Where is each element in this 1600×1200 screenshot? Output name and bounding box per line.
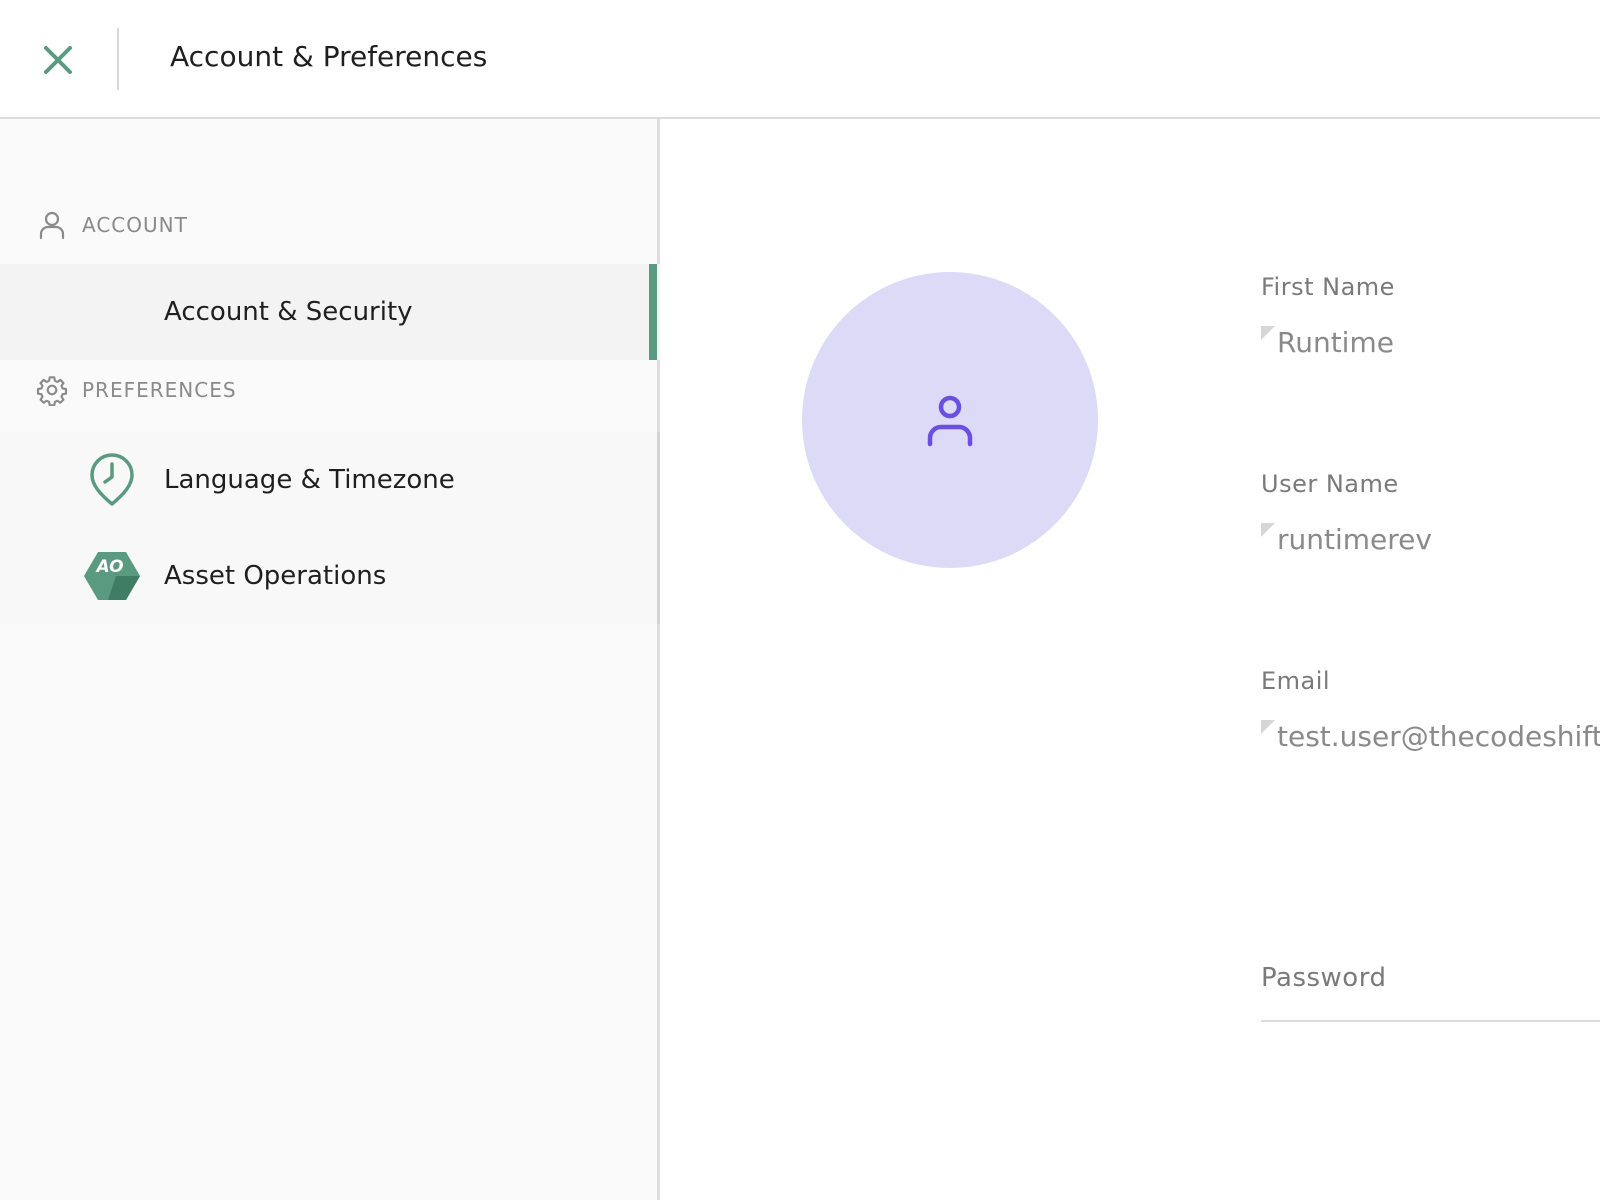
sidebar-item-language-timezone[interactable]: Language & Timezone xyxy=(0,432,660,528)
sidebar: ACCOUNT Account & Security PREFERENCES xyxy=(0,119,660,1200)
user-icon xyxy=(39,211,65,240)
sidebar-item-label: Language & Timezone xyxy=(164,465,455,495)
user-name-label: User Name xyxy=(1261,470,1399,498)
email-label: Email xyxy=(1261,667,1331,695)
field-corner-marker xyxy=(1261,720,1275,734)
preferences-list: Language & Timezone AO Asset Operations xyxy=(0,432,660,624)
sidebar-item-label: Asset Operations xyxy=(164,561,387,591)
first-name-value: Runtime xyxy=(1277,326,1394,359)
account-section-label: ACCOUNT xyxy=(82,213,188,237)
nav-icon-wrapper: AO xyxy=(84,548,140,604)
email-value: test.user@thecodeshift. xyxy=(1277,720,1600,753)
email-field[interactable]: test.user@thecodeshift. xyxy=(1261,720,1600,753)
field-corner-marker xyxy=(1261,523,1275,537)
password-field-underline[interactable] xyxy=(1261,1020,1600,1022)
password-label[interactable]: Password xyxy=(1261,963,1386,993)
close-icon[interactable] xyxy=(40,42,76,78)
sidebar-item-label: Account & Security xyxy=(164,297,413,327)
preferences-section-header: PREFERENCES xyxy=(36,374,237,406)
user-name-value: runtimerev xyxy=(1277,523,1432,556)
account-security-panel: First Name Runtime User Name runtimerev … xyxy=(663,119,1600,1200)
active-indicator xyxy=(649,264,657,360)
field-corner-marker xyxy=(1261,326,1275,340)
avatar[interactable] xyxy=(802,272,1098,568)
user-avatar-icon xyxy=(927,395,973,447)
account-section-header: ACCOUNT xyxy=(36,209,188,241)
asset-operations-logo-text: AO xyxy=(94,557,123,577)
sidebar-item-account-security[interactable]: Account & Security xyxy=(0,264,660,360)
clock-pin-icon xyxy=(90,453,134,506)
first-name-label: First Name xyxy=(1261,273,1395,301)
page-title: Account & Preferences xyxy=(170,40,488,73)
header-divider xyxy=(117,28,119,90)
gear-icon xyxy=(36,376,68,406)
preferences-section-label: PREFERENCES xyxy=(82,378,237,402)
user-name-field[interactable]: runtimerev xyxy=(1261,523,1432,556)
top-header: Account & Preferences xyxy=(0,0,1600,119)
sidebar-item-asset-operations[interactable]: AO Asset Operations xyxy=(0,528,660,624)
asset-operations-logo-icon: AO xyxy=(84,552,140,600)
nav-icon-wrapper xyxy=(84,452,140,508)
first-name-field[interactable]: Runtime xyxy=(1261,326,1394,359)
close-button[interactable] xyxy=(34,36,82,84)
